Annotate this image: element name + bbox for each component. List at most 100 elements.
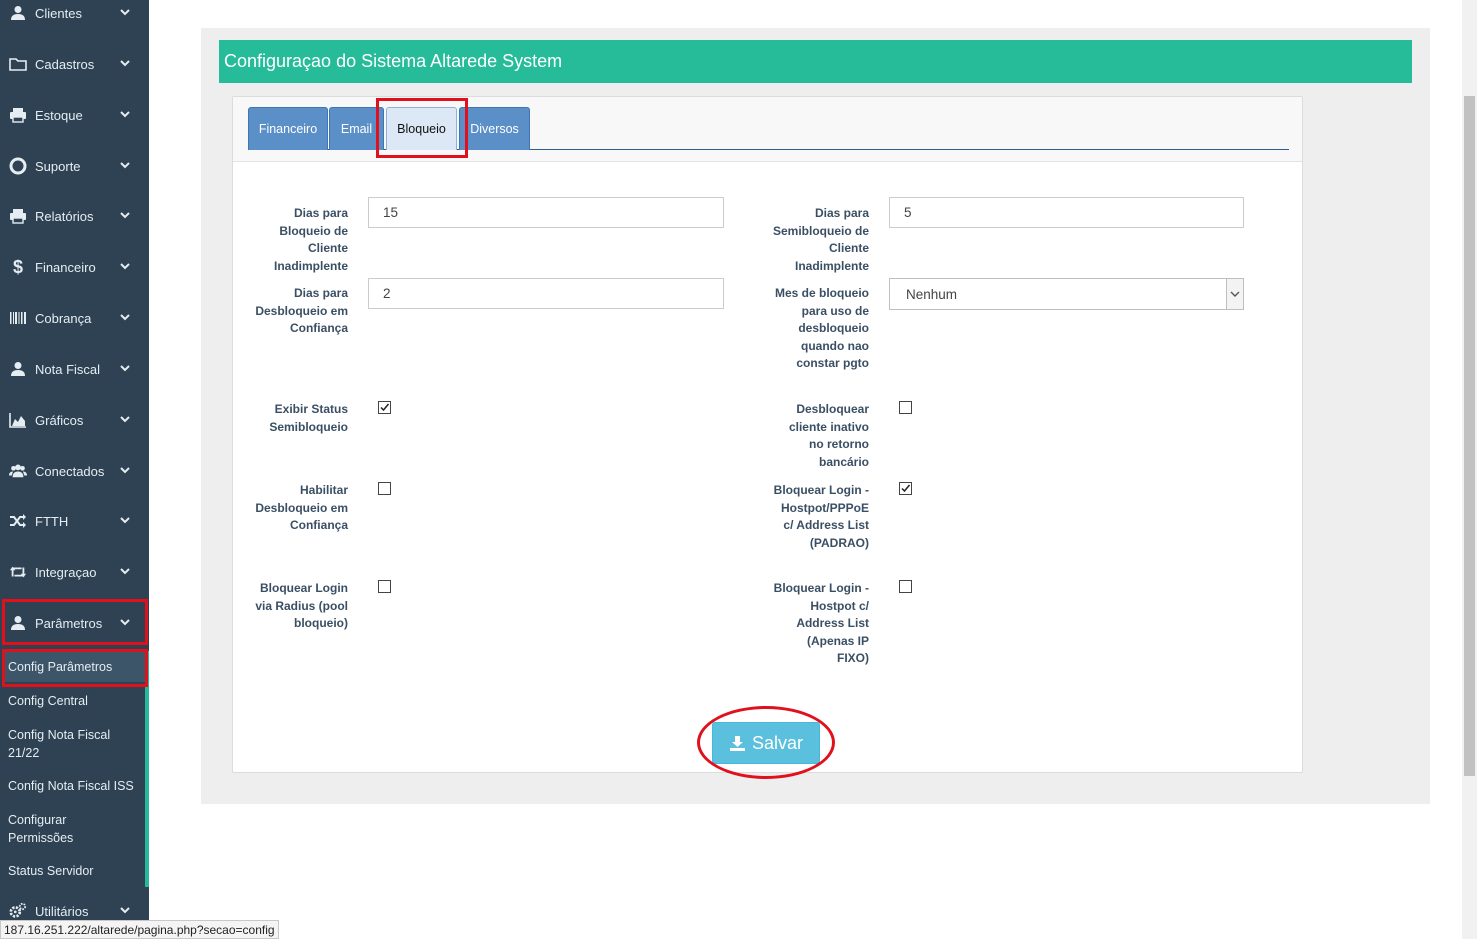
lifebuoy-icon — [9, 157, 27, 175]
sidebar-item-ftth[interactable]: FTTH — [0, 504, 149, 538]
sidebar-item-label: Cobrança — [35, 310, 92, 326]
page-scrollbar[interactable] — [1462, 0, 1477, 939]
status-url: 187.16.251.222/altarede/pagina.php?secao… — [4, 922, 275, 937]
mes-bloqueio-select[interactable]: Nenhum — [889, 278, 1244, 310]
sidebar-subitem-config-parametros[interactable]: Config Parâmetros — [4, 652, 145, 682]
chevron-down-icon — [120, 212, 130, 219]
chevron-down-icon — [120, 467, 130, 474]
sidebar-item-label: Parâmetros — [35, 615, 103, 631]
sidebar-item-relatorios[interactable]: Relatórios — [0, 199, 149, 233]
dias-bloqueio-label: Dias para Bloqueio de Cliente Inadimplen… — [273, 206, 348, 273]
users-icon — [9, 462, 27, 480]
chevron-down-icon — [120, 9, 130, 16]
sidebar-item-nota-fiscal[interactable]: Nota Fiscal — [0, 352, 149, 386]
sidebar-item-label: Gráficos — [35, 412, 84, 428]
folder-icon — [9, 55, 27, 73]
config-card: Financeiro Email Bloqueio Diversos Dias … — [232, 96, 1303, 773]
print-icon — [9, 106, 27, 124]
chevron-down-icon — [120, 111, 130, 118]
tab-email[interactable]: Email — [329, 107, 384, 150]
parametros-submenu: Config Parâmetros Config Central Config … — [0, 651, 149, 887]
sidebar-item-label: Cadastros — [35, 56, 95, 72]
sidebar-item-cobranca[interactable]: Cobrança — [0, 301, 149, 335]
desbloquear-inativo-checkbox[interactable] — [899, 401, 912, 414]
sidebar-item-label: Conectados — [35, 463, 105, 479]
dias-desbloqueio-label: Dias para Desbloqueio em Confiança — [255, 286, 348, 336]
chevron-down-icon — [120, 568, 130, 575]
sidebar-subitem-config-central[interactable]: Config Central — [8, 692, 138, 710]
sidebar-item-label: Estoque — [35, 107, 83, 123]
page-title-text: Configuraçao do Sistema Altarede System — [224, 51, 563, 71]
submenu-accent-bar — [145, 651, 149, 887]
sidebar: Clientes Cadastros Estoque Suporte Relat… — [0, 0, 149, 939]
habilitar-desbloqueio-checkbox[interactable] — [378, 482, 391, 495]
dias-desbloqueio-input[interactable] — [368, 278, 724, 309]
bloquear-hostpot-ip-checkbox[interactable] — [899, 580, 912, 593]
sidebar-item-graficos[interactable]: Gráficos — [0, 403, 149, 437]
sidebar-subitem-label: Config Parâmetros — [8, 660, 113, 674]
tab-financeiro[interactable]: Financeiro — [248, 107, 328, 150]
check-icon — [380, 403, 390, 412]
sidebar-subitem-status-servidor[interactable]: Status Servidor — [8, 862, 138, 880]
print-icon — [9, 207, 27, 225]
dias-semibloqueio-input[interactable] — [889, 197, 1244, 228]
exibir-status-label: Exibir Status Semibloqueio — [269, 402, 348, 434]
bloquear-hostpot-pppoe-checkbox[interactable] — [899, 482, 912, 495]
chevron-down-icon — [120, 416, 130, 423]
chevron-down-icon — [120, 907, 130, 914]
sidebar-item-label: Clientes — [35, 5, 82, 21]
user-icon — [9, 614, 27, 632]
sidebar-subitem-config-nota-fiscal-21-22[interactable]: Config Nota Fiscal 21/22 — [8, 726, 138, 762]
save-button-label: Salvar — [751, 732, 804, 753]
chevron-down-icon — [120, 314, 130, 321]
scrollbar-thumb[interactable] — [1464, 96, 1475, 776]
dias-semibloqueio-label: Dias para Semibloqueio de Cliente Inadim… — [773, 206, 870, 273]
chevron-down-icon — [1226, 279, 1243, 309]
mes-bloqueio-label: Mes de bloqueio para uso de desbloqueio … — [774, 286, 869, 371]
bloquear-radius-checkbox[interactable] — [378, 580, 391, 593]
user-icon — [9, 4, 27, 22]
sidebar-item-parametros[interactable]: Parâmetros — [0, 606, 149, 640]
user-icon — [9, 360, 27, 378]
sidebar-item-label: FTTH — [35, 513, 69, 529]
sidebar-item-suporte[interactable]: Suporte — [0, 149, 149, 183]
sidebar-item-label: Relatórios — [35, 208, 94, 224]
browser-status-bar: 187.16.251.222/altarede/pagina.php?secao… — [0, 920, 279, 939]
random-icon — [9, 512, 27, 530]
habilitar-desbloqueio-label: Habilitar Desbloqueio em Confiança — [255, 483, 348, 533]
chevron-down-icon — [120, 619, 130, 626]
barcode-icon — [9, 309, 27, 327]
mes-bloqueio-selected-value: Nenhum — [906, 286, 958, 302]
sidebar-subitem-config-nota-fiscal-iss[interactable]: Config Nota Fiscal ISS — [8, 777, 138, 795]
chevron-down-icon — [120, 162, 130, 169]
download-icon — [729, 735, 746, 752]
sidebar-item-label: Integraçao — [35, 564, 97, 580]
sidebar-item-clientes[interactable]: Clientes — [0, 0, 149, 30]
chevron-down-icon — [120, 517, 130, 524]
bloquear-hostpot-ip-label: Bloquear Login - Hostpot c/ Address List… — [773, 581, 869, 666]
save-button[interactable]: Salvar — [712, 722, 820, 764]
sidebar-item-cadastros[interactable]: Cadastros — [0, 47, 149, 81]
tab-bloqueio[interactable]: Bloqueio — [386, 107, 457, 150]
sidebar-item-financeiro[interactable]: $ Financeiro — [0, 250, 149, 284]
desbloquear-inativo-label: Desbloquear cliente inativo no retorno b… — [788, 402, 869, 469]
chevron-down-icon — [120, 60, 130, 67]
sidebar-item-label: Nota Fiscal — [35, 361, 101, 377]
sidebar-item-label: Financeiro — [35, 259, 96, 275]
page-title: Configuraçao do Sistema Altarede System — [219, 40, 1412, 83]
sidebar-item-integracao[interactable]: Integraçao — [0, 555, 149, 589]
bloquear-hostpot-pppoe-label: Bloquear Login - Hostpot/PPPoE c/ Addres… — [773, 483, 869, 550]
sidebar-item-estoque[interactable]: Estoque — [0, 98, 149, 132]
exibir-status-checkbox[interactable] — [378, 401, 391, 414]
tab-diversos[interactable]: Diversos — [459, 107, 530, 150]
chevron-down-icon — [120, 263, 130, 270]
retweet-icon — [9, 563, 27, 581]
chevron-down-icon — [120, 365, 130, 372]
dollar-icon: $ — [12, 256, 23, 277]
sidebar-subitem-configurar-permissoes[interactable]: Configurar Permissões — [8, 811, 118, 847]
sidebar-item-label: Utilitários — [35, 903, 89, 919]
sidebar-item-conectados[interactable]: Conectados — [0, 454, 149, 488]
gears-icon — [9, 902, 27, 920]
area-chart-icon — [9, 411, 27, 429]
dias-bloqueio-input[interactable] — [368, 197, 724, 228]
